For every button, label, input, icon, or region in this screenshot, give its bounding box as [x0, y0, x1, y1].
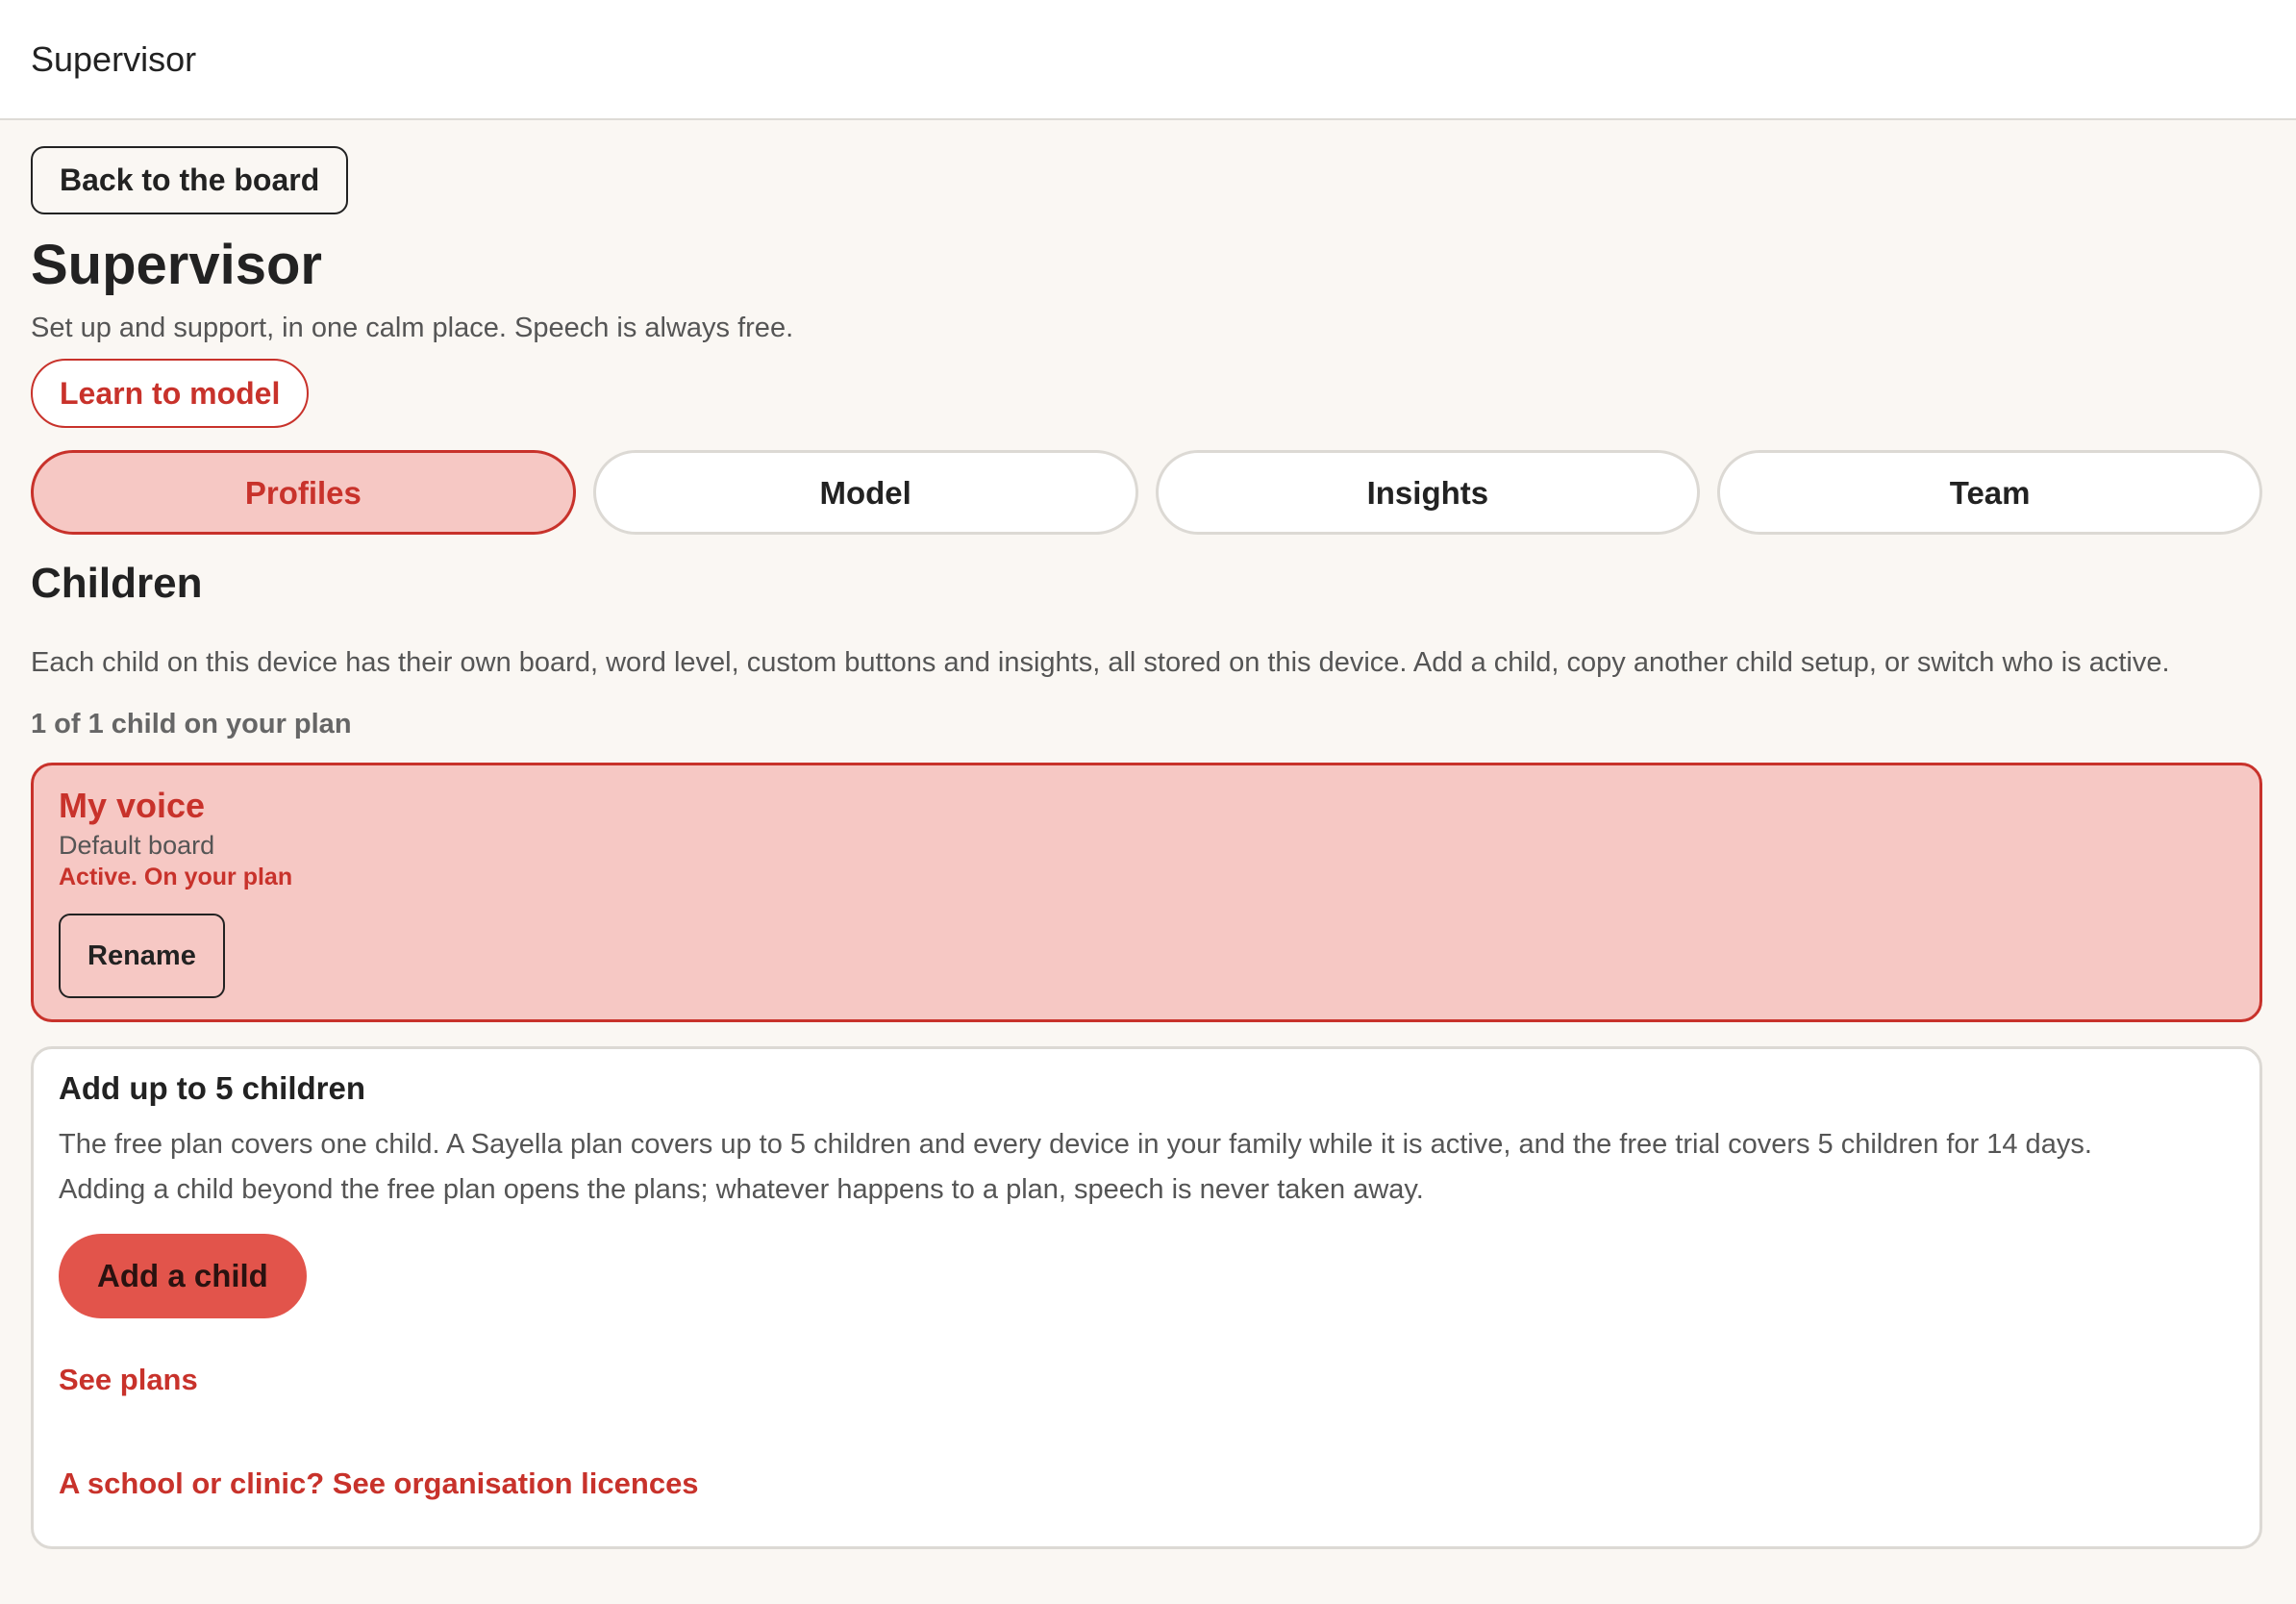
add-children-description-line-1: The free plan covers one child. A Sayell… [59, 1128, 2092, 1160]
child-card-active[interactable]: My voice Default board Active. On your p… [31, 762, 2262, 1022]
add-children-card: Add up to 5 children The free plan cover… [31, 1045, 2262, 1549]
see-plans-link[interactable]: See plans [59, 1361, 2234, 1399]
learn-to-model-button[interactable]: Learn to model [31, 359, 310, 428]
child-board: Default board [59, 830, 215, 860]
child-status: Active. On your plan [59, 863, 293, 890]
children-section-description: Each child on this device has their own … [31, 646, 2170, 678]
children-section-title: Children [31, 560, 203, 607]
top-bar: Supervisor [0, 0, 2296, 120]
tab-profiles[interactable]: Profiles [31, 450, 576, 535]
tab-bar: Profiles Model Insights Team [31, 450, 2262, 535]
organisation-licences-link[interactable]: A school or clinic? See organisation lic… [59, 1465, 2234, 1503]
rename-button[interactable]: Rename [59, 913, 225, 998]
add-children-description-line-2: Adding a child beyond the free plan open… [59, 1173, 1424, 1205]
child-name: My voice [59, 785, 206, 825]
page-title: Supervisor [31, 234, 322, 296]
add-child-button[interactable]: Add a child [59, 1233, 307, 1318]
tab-model[interactable]: Model [592, 450, 1138, 535]
page-subtitle: Set up and support, in one calm place. S… [31, 313, 794, 343]
plan-count: 1 of 1 child on your plan [31, 708, 352, 739]
tab-insights[interactable]: Insights [1155, 450, 1701, 535]
add-children-title: Add up to 5 children [59, 1069, 365, 1106]
main-content: Back to the board Supervisor Set up and … [0, 120, 2296, 1549]
top-bar-title: Supervisor [31, 38, 197, 79]
back-to-board-button[interactable]: Back to the board [31, 146, 349, 214]
add-children-description: The free plan covers one child. A Sayell… [59, 1122, 2234, 1213]
tab-team[interactable]: Team [1717, 450, 2262, 535]
